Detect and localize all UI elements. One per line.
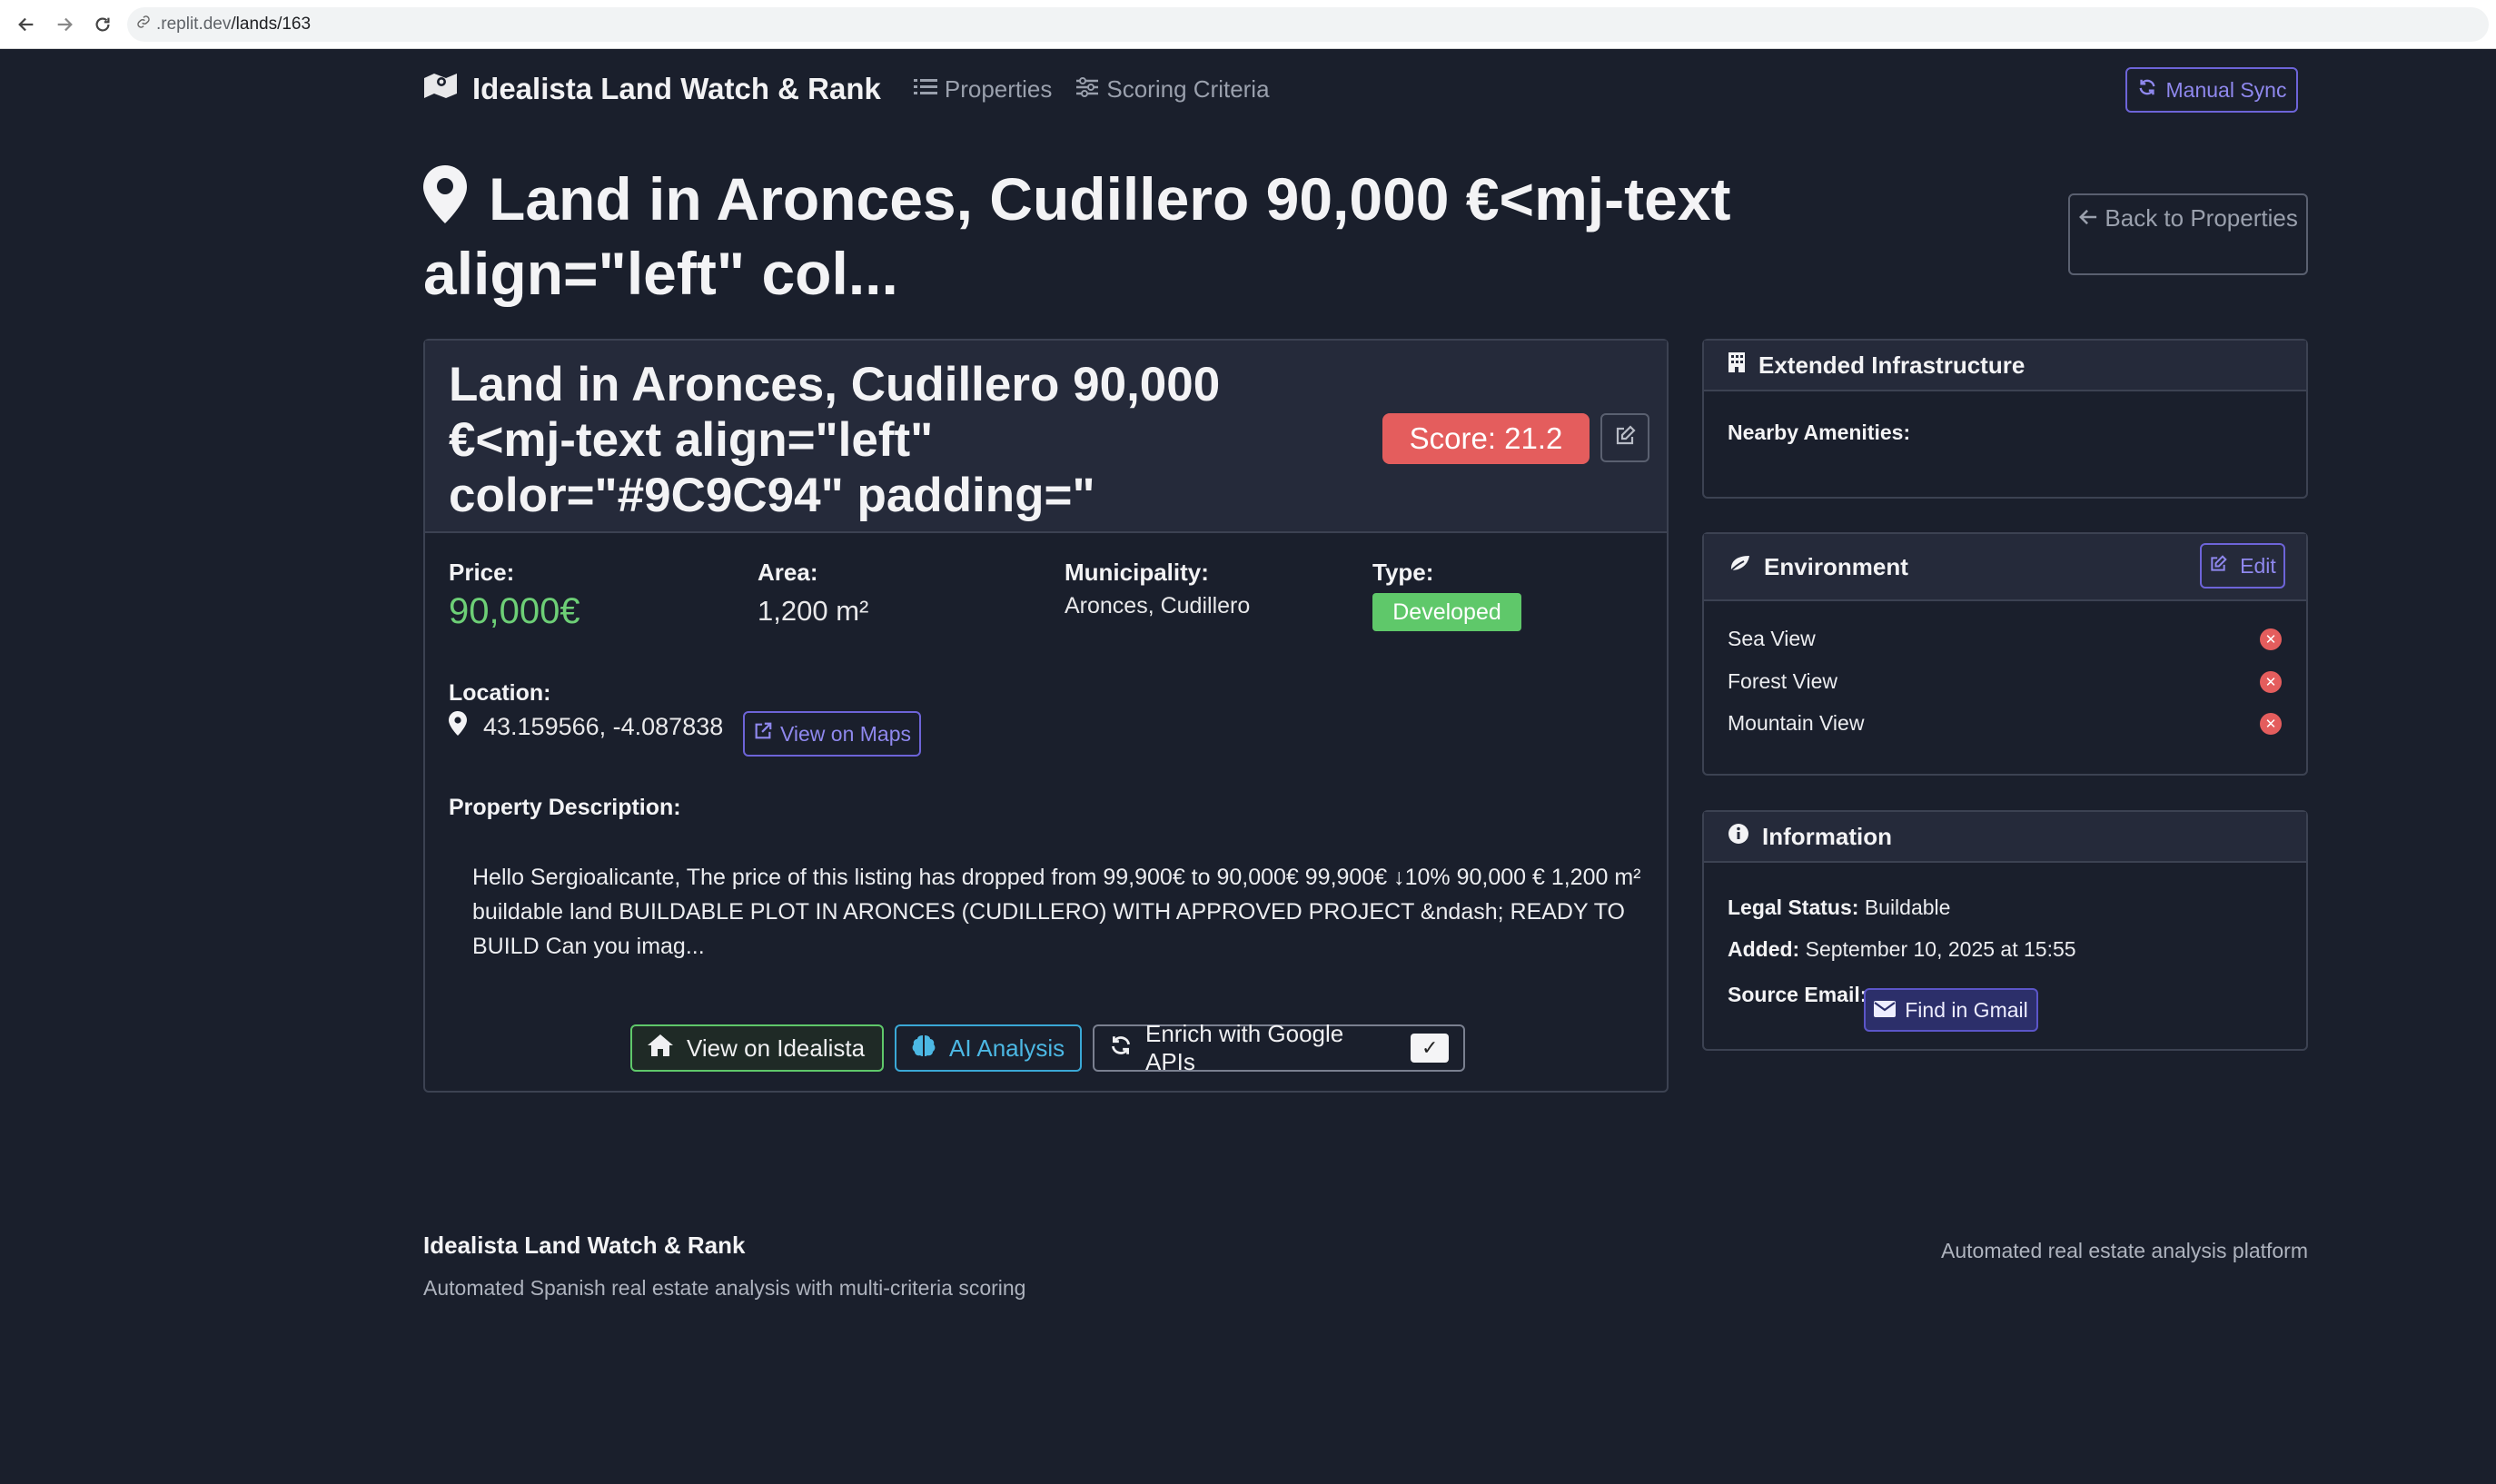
municipality-value: Aronces, Cudillero — [1065, 593, 1251, 618]
back-to-properties-button[interactable]: Back to Properties — [2068, 193, 2308, 275]
type-badge: Developed — [1372, 593, 1521, 631]
municipality-label: Municipality: — [1065, 559, 1209, 586]
envelope-icon — [1874, 998, 1905, 1023]
list-icon — [913, 75, 945, 104]
info-icon — [1728, 823, 1762, 851]
back-button-label: Back to Properties — [2105, 204, 2298, 232]
nav-link-scoring-criteria[interactable]: Scoring Criteria — [1075, 74, 1270, 104]
legal-status-label: Legal Status: — [1728, 895, 1859, 919]
url-path: /lands/163 — [231, 14, 312, 34]
edit-score-button[interactable] — [1600, 413, 1649, 462]
nav-link-properties[interactable]: Properties — [913, 74, 1053, 104]
legal-status-row: Legal Status: Buildable — [1728, 895, 1950, 920]
ai-analysis-button[interactable]: AI Analysis — [895, 1024, 1082, 1072]
gmail-button-label: Find in Gmail — [1905, 997, 2028, 1022]
nav-link-label: Properties — [944, 74, 1053, 103]
x-circle-icon: ✕ — [2260, 628, 2282, 650]
edit-icon — [1614, 424, 1636, 451]
action-buttons: View on Idealista AI Analysis Enrich wit… — [630, 1020, 1476, 1075]
back-arrow-icon[interactable] — [7, 5, 45, 44]
edit-label: Edit — [2240, 553, 2276, 578]
manual-sync-button[interactable]: Manual Sync — [2125, 67, 2298, 113]
footer-subtitle: Automated Spanish real estate analysis w… — [423, 1276, 1026, 1300]
property-description: Hello Sergioalicante, The price of this … — [472, 865, 1641, 959]
property-card: Land in Aronces, Cudillero 90,000 €<mj-t… — [423, 339, 1669, 1093]
building-icon — [1728, 351, 1758, 380]
find-in-gmail-button[interactable]: Find in Gmail — [1864, 988, 2038, 1032]
forward-arrow-icon[interactable] — [45, 5, 84, 44]
location-line: 43.159566, -4.087838 — [449, 711, 723, 742]
external-link-icon — [753, 721, 780, 747]
reload-icon[interactable] — [84, 5, 122, 44]
price-value: 90,000€ — [449, 591, 580, 631]
enrich-button-label: Enrich with Google APIs — [1145, 1020, 1344, 1075]
arrow-left-icon — [2078, 204, 2105, 232]
edit-environment-button[interactable]: Edit — [2200, 543, 2285, 589]
brand[interactable]: Idealista Land Watch & Rank — [423, 71, 881, 107]
source-email-row: Source Email: — [1728, 983, 1867, 1007]
nearby-amenities-label: Nearby Amenities: — [1728, 420, 1911, 444]
location-pin-icon — [423, 165, 467, 238]
property-card-header: Land in Aronces, Cudillero 90,000 €<mj-t… — [425, 341, 1667, 533]
coordinates-text: 43.159566, -4.087838 — [483, 712, 724, 740]
footer-title: Idealista Land Watch & Rank — [423, 1232, 746, 1259]
link-icon — [136, 15, 151, 35]
type-label: Type: — [1372, 559, 1434, 586]
environment-card: Environment Edit Sea View ✕ Forest View … — [1702, 532, 2308, 776]
x-circle-icon: ✕ — [2260, 713, 2282, 735]
check-icon: ✓ — [1411, 1034, 1449, 1063]
footer-tagline: Automated real estate analysis platform — [1941, 1239, 2308, 1262]
score-badge: Score: 21.2 — [1382, 413, 1590, 464]
information-title: Information — [1762, 822, 1892, 850]
area-value: 1,200 m² — [758, 595, 869, 627]
leaf-icon — [1728, 553, 1764, 581]
environment-item-forest-view: Forest View — [1728, 669, 1838, 693]
added-value: September 10, 2025 at 15:55 — [1805, 937, 2076, 961]
address-bar[interactable]: .replit.dev/lands/163 — [127, 6, 2489, 42]
infrastructure-title: Extended Infrastructure — [1758, 351, 2026, 379]
brand-name: Idealista Land Watch & Rank — [472, 72, 881, 105]
environment-card-header: Environment Edit — [1704, 534, 2306, 601]
description-label: Property Description: — [449, 795, 681, 820]
x-circle-icon: ✕ — [2260, 671, 2282, 693]
added-row: Added: September 10, 2025 at 15:55 — [1728, 937, 2076, 962]
view-on-maps-button[interactable]: View on Maps — [743, 711, 921, 757]
legal-status-value: Buildable — [1864, 895, 1951, 919]
sync-label: Manual Sync — [2165, 77, 2287, 102]
sliders-icon — [1075, 75, 1106, 104]
area-label: Area: — [758, 559, 818, 586]
added-label: Added: — [1728, 937, 1800, 961]
url-domain: .replit.dev — [156, 14, 232, 34]
browser-toolbar: .replit.dev/lands/163 — [0, 0, 2496, 49]
enrich-google-apis-button[interactable]: Enrich with Google APIs ✓ — [1093, 1020, 1465, 1075]
maps-button-label: View on Maps — [779, 721, 912, 746]
brain-icon — [911, 1034, 949, 1064]
map-marker-icon — [449, 711, 483, 742]
sync-icon — [2137, 77, 2166, 103]
top-navbar: Idealista Land Watch & Rank Properties S… — [423, 64, 2298, 114]
extended-infrastructure-card: Extended Infrastructure Nearby Amenities… — [1702, 339, 2308, 499]
information-card-header: Information — [1704, 812, 2306, 863]
location-label: Location: — [449, 680, 551, 706]
environment-item-sea-view: Sea View — [1728, 627, 1816, 650]
page-title: Land in Aronces, Cudillero 90,000 €<mj-t… — [423, 163, 2022, 309]
property-title: Land in Aronces, Cudillero 90,000 €<mj-t… — [449, 358, 1221, 522]
home-icon — [647, 1034, 687, 1064]
information-card: Information Legal Status: Buildable Adde… — [1702, 810, 2308, 1051]
view-on-idealista-button[interactable]: View on Idealista — [630, 1024, 884, 1072]
environment-title: Environment — [1764, 552, 1908, 580]
nav-link-label: Scoring Criteria — [1106, 74, 1270, 103]
price-label: Price: — [449, 559, 515, 586]
infrastructure-card-header: Extended Infrastructure — [1704, 341, 2306, 391]
edit-icon — [2209, 554, 2240, 579]
source-email-label: Source Email: — [1728, 983, 1867, 1006]
sync-icon — [1109, 1034, 1145, 1064]
map-icon — [423, 71, 472, 107]
ai-button-label: AI Analysis — [949, 1034, 1065, 1062]
page-title-text: Land in Aronces, Cudillero 90,000 €<mj-t… — [423, 165, 1731, 307]
environment-item-mountain-view: Mountain View — [1728, 711, 1865, 735]
idealista-button-label: View on Idealista — [687, 1034, 866, 1062]
